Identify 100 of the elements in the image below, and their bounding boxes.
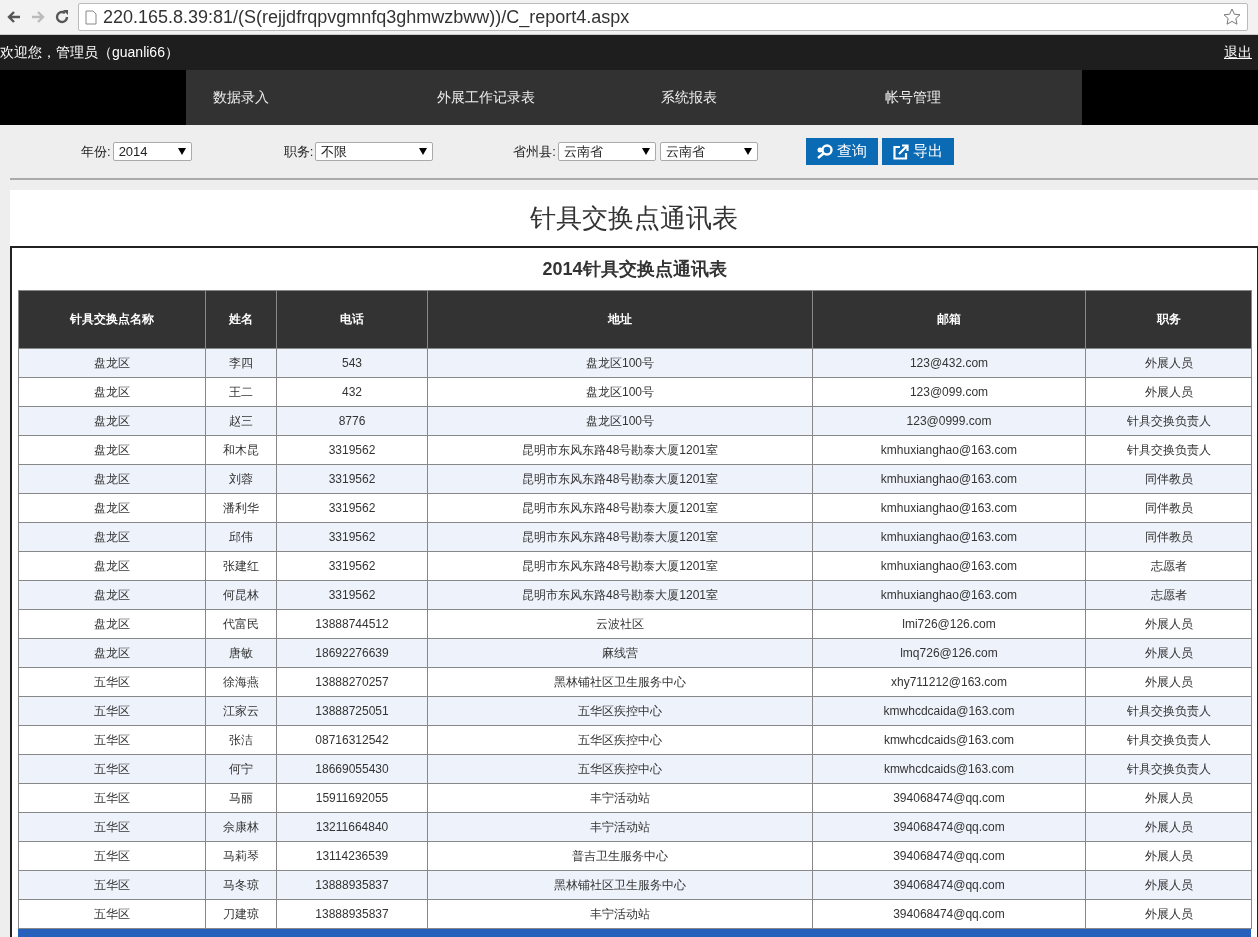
table-cell: 普吉卫生服务中心: [427, 841, 813, 871]
table-cell: 五华区: [18, 754, 206, 784]
column-header: 地址: [427, 290, 813, 349]
logout-link[interactable]: 退出: [1224, 43, 1252, 62]
table-caption: 2014针具交换点通讯表: [541, 258, 728, 281]
column-header: 邮箱: [812, 290, 1086, 349]
table-cell: 123@0999.com: [812, 406, 1086, 436]
table-cell: 潘利华: [205, 493, 277, 523]
filter-label: 省州县:: [513, 142, 556, 161]
table-cell: 18669055430: [276, 754, 428, 784]
table-cell: 针具交换负责人: [1085, 754, 1252, 784]
table-cell: 黑林铺社区卫生服务中心: [427, 870, 813, 900]
table-cell: 昆明市东风东路48号勘泰大厦1201室: [427, 580, 813, 610]
table-cell: 盘龙区: [18, 609, 206, 639]
table-cell: 五华区: [18, 812, 206, 842]
table-cell: 盘龙区100号: [427, 406, 813, 436]
table-cell: 394068474@qq.com: [812, 812, 1086, 842]
table-cell: 同伴教员: [1085, 493, 1252, 523]
table-cell: 盘龙区100号: [427, 377, 813, 407]
table-cell: 3319562: [276, 580, 428, 610]
table-cell: 五华区: [18, 667, 206, 697]
table-cell: kmhuxianghao@163.com: [812, 522, 1086, 552]
table-cell: 昆明市东风东路48号勘泰大厦1201室: [427, 522, 813, 552]
table-cell: 赵三: [205, 406, 277, 436]
table-cell: 外展人员: [1085, 870, 1252, 900]
table-cell: 黑林铺社区卫生服务中心: [427, 667, 813, 697]
table-cell: 15911692055: [276, 783, 428, 813]
dropdown[interactable]: 2014: [112, 142, 192, 161]
table-cell: 刀建琼: [205, 899, 277, 929]
table-cell: 外展人员: [1085, 609, 1252, 639]
nav-item[interactable]: 系统报表: [634, 70, 858, 125]
table-cell: 五华区: [18, 899, 206, 929]
page-title: 针具交换点通讯表: [529, 201, 739, 235]
export-button[interactable]: 导出: [881, 138, 954, 165]
column-header: 姓名: [205, 290, 277, 349]
back-icon[interactable]: [6, 9, 22, 25]
nav-item[interactable]: 数据录入: [186, 70, 410, 125]
table-cell: 3319562: [276, 522, 428, 552]
table-cell: 外展人员: [1085, 812, 1252, 842]
dropdown[interactable]: 云南省: [659, 142, 758, 161]
table-cell: 五华区疾控中心: [427, 754, 813, 784]
table-cell: 外展人员: [1085, 667, 1252, 697]
table-cell: 3319562: [276, 551, 428, 581]
column-header: 电话: [276, 290, 428, 349]
table-cell: 13114236539: [276, 841, 428, 871]
table-cell: 刘蓉: [205, 464, 277, 494]
table-cell: 18692276639: [276, 638, 428, 668]
table-cell: 3319562: [276, 435, 428, 465]
table-cell: kmhuxianghao@163.com: [812, 493, 1086, 523]
dropdown[interactable]: 不限: [315, 142, 434, 161]
table-cell: 佘康林: [205, 812, 277, 842]
table-cell: 五华区疾控中心: [427, 725, 813, 755]
table-cell: 马冬琼: [205, 870, 277, 900]
table-cell: 王二: [205, 377, 277, 407]
table-cell: 丰宁活动站: [427, 783, 813, 813]
table-cell: 123@099.com: [812, 377, 1086, 407]
table-cell: 徐海燕: [205, 667, 277, 697]
table-cell: 盘龙区: [18, 638, 206, 668]
table-cell: kmhuxianghao@163.com: [812, 551, 1086, 581]
table-cell: 五华区: [18, 870, 206, 900]
table-cell: 08716312542: [276, 725, 428, 755]
table-cell: 432: [276, 377, 428, 407]
dropdown[interactable]: 云南省: [557, 142, 656, 161]
table-cell: 13888744512: [276, 609, 428, 639]
address-bar[interactable]: 220.165.8.39:81/(S(rejjdfrqpvgmnfq3ghmwzbww))/C_report4.aspx: [78, 3, 1248, 31]
reload-icon[interactable]: [54, 9, 70, 25]
search-button[interactable]: 查询: [805, 138, 878, 165]
table-cell: 马丽: [205, 783, 277, 813]
table-cell: 123@432.com: [812, 348, 1086, 378]
table-cell: 五华区: [18, 725, 206, 755]
table-cell: 盘龙区100号: [427, 348, 813, 378]
table-cell: 外展人员: [1085, 841, 1252, 871]
table-cell: 外展人员: [1085, 899, 1252, 929]
table-cell: 8776: [276, 406, 428, 436]
table-cell: 针具交换负责人: [1085, 725, 1252, 755]
table-cell: kmwhcdcaids@163.com: [812, 725, 1086, 755]
column-header: 针具交换点名称: [18, 290, 206, 349]
table-cell: 外展人员: [1085, 638, 1252, 668]
table-cell: 代富民: [205, 609, 277, 639]
table-cell: 盘龙区: [18, 348, 206, 378]
table-cell: kmhuxianghao@163.com: [812, 580, 1086, 610]
column-header: 职务: [1085, 290, 1252, 349]
nav-item[interactable]: 外展工作记录表: [410, 70, 634, 125]
table-cell: 丰宁活动站: [427, 899, 813, 929]
table-cell: 五华区疾控中心: [427, 696, 813, 726]
table-cell: 3319562: [276, 464, 428, 494]
table-cell: 昆明市东风东路48号勘泰大厦1201室: [427, 493, 813, 523]
table-cell: 543: [276, 348, 428, 378]
nav-item[interactable]: 帐号管理: [858, 70, 1082, 125]
table-cell: 13888935837: [276, 870, 428, 900]
search-icon: [816, 144, 834, 159]
table-cell: 针具交换负责人: [1085, 406, 1252, 436]
table-cell: 李四: [205, 348, 277, 378]
table-cell: kmwhcdcaids@163.com: [812, 754, 1086, 784]
table-cell: 志愿者: [1085, 551, 1252, 581]
table-cell: 394068474@qq.com: [812, 841, 1086, 871]
caret-icon: [743, 148, 752, 155]
star-icon[interactable]: [1223, 8, 1241, 26]
table-cell: 盘龙区: [18, 406, 206, 436]
caret-icon: [419, 148, 428, 155]
